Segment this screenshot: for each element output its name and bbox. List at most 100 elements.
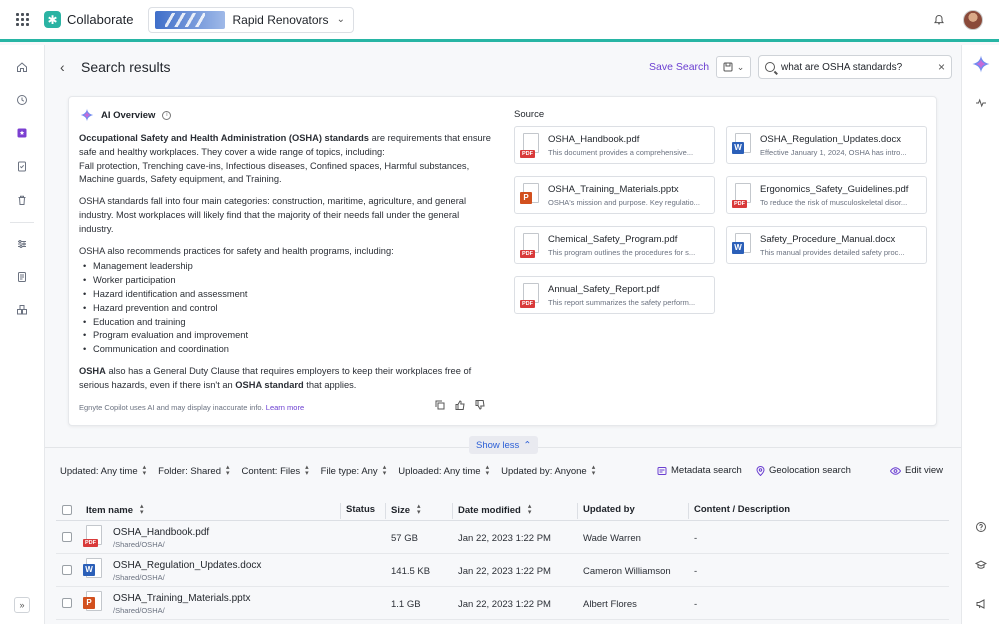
top-bar: ✱ Collaborate Rapid Renovators ⌄ <box>0 0 999 42</box>
pdf-file-icon: PDF <box>520 233 541 258</box>
file-name[interactable]: OSHA_Training_Materials.pptx <box>113 593 250 604</box>
table-row[interactable]: P OSHA_Training_Materials.pptx /Shared/O… <box>56 587 949 620</box>
column-item-name[interactable]: Item name ▴ ▾ <box>86 503 144 516</box>
clear-search-icon[interactable]: × <box>938 60 945 74</box>
pdf-file-icon: PDF <box>732 183 753 208</box>
chevron-down-icon: ⌄ <box>336 14 345 25</box>
reports-icon[interactable] <box>16 271 28 283</box>
file-size: 1.1 GB <box>391 599 421 610</box>
list-item: Hazard prevention and control <box>81 302 491 316</box>
bell-icon[interactable] <box>933 14 945 26</box>
copy-icon[interactable] <box>435 400 445 410</box>
ai-paragraph-4: OSHA also has a General Duty Clause that… <box>79 365 472 390</box>
learn-more-link[interactable]: Learn more <box>266 403 304 412</box>
list-item: Management leadership <box>81 260 491 274</box>
app-launcher-button[interactable] <box>0 0 44 41</box>
saved-views-dropdown[interactable]: ⌄ <box>716 56 751 78</box>
description: - <box>694 533 698 544</box>
sort-icon: ▴ ▾ <box>485 464 490 477</box>
activity-pulse-icon[interactable] <box>975 97 987 109</box>
thumbs-up-icon[interactable] <box>455 400 465 410</box>
column-description[interactable]: Content / Description <box>694 504 790 515</box>
description: - <box>694 599 698 610</box>
workspace-switcher[interactable]: Rapid Renovators ⌄ <box>147 6 354 33</box>
date-modified: Jan 22, 2023 1:22 PM <box>458 533 551 544</box>
thumbs-down-icon[interactable] <box>475 400 485 410</box>
show-less-button[interactable]: Show less ⌃ <box>469 436 539 454</box>
source-card[interactable]: W OSHA_Regulation_Updates.docx Effective… <box>726 126 927 164</box>
help-icon[interactable] <box>975 521 987 533</box>
filter-updated[interactable]: Updated: Any time ▴ ▾ <box>60 464 146 477</box>
recent-clock-icon[interactable] <box>16 94 28 106</box>
announcements-megaphone-icon[interactable] <box>975 598 987 610</box>
file-name[interactable]: OSHA_Handbook.pdf <box>113 527 209 538</box>
column-divider <box>688 503 689 519</box>
description: - <box>694 566 698 577</box>
source-card[interactable]: PDF Ergonomics_Safety_Guidelines.pdf To … <box>726 176 927 214</box>
source-card[interactable]: PDF OSHA_Handbook.pdf This document prov… <box>514 126 715 164</box>
file-path: /Shared/OSHA/ <box>113 606 165 615</box>
apps-integrations-icon[interactable] <box>16 304 28 316</box>
learning-cap-icon[interactable] <box>975 559 987 571</box>
chevron-down-icon: ⌄ <box>736 61 745 72</box>
ai-overview-card: AI Overview i Occupational Safety and He… <box>68 96 937 426</box>
source-card[interactable]: PDF Chemical_Safety_Program.pdf This pro… <box>514 226 715 264</box>
filter-file-type[interactable]: File type: Any ▴ ▾ <box>321 464 387 477</box>
column-status[interactable]: Status <box>346 504 375 515</box>
filter-updated-by[interactable]: Updated by: Anyone ▴ ▾ <box>501 464 595 477</box>
column-divider <box>577 503 578 519</box>
column-divider <box>452 503 453 519</box>
table-row[interactable]: PDF OSHA_Handbook.pdf /Shared/OSHA/ 57 G… <box>56 521 949 554</box>
expand-sidebar-button[interactable]: » <box>14 597 30 613</box>
tasks-clipboard-icon[interactable] <box>16 160 28 172</box>
app-logo[interactable]: ✱ Collaborate <box>44 11 134 28</box>
grid-icon <box>15 13 29 26</box>
file-path: /Shared/OSHA/ <box>113 573 165 582</box>
search-icon <box>765 62 775 72</box>
filters-sliders-icon[interactable] <box>16 238 28 250</box>
file-size: 57 GB <box>391 533 418 544</box>
filter-folder[interactable]: Folder: Shared ▴ ▾ <box>158 464 230 477</box>
user-avatar[interactable] <box>963 9 983 30</box>
metadata-icon <box>657 466 667 475</box>
row-checkbox[interactable] <box>62 598 72 608</box>
copilot-sparkle-icon[interactable] <box>971 54 991 74</box>
row-checkbox[interactable] <box>62 532 72 542</box>
save-search-link[interactable]: Save Search <box>649 61 709 73</box>
main-content: ‹ Search results Save Search ⌄ × AI Over… <box>45 45 961 624</box>
row-checkbox[interactable] <box>62 565 72 575</box>
column-size[interactable]: Size ▴ ▾ <box>391 503 421 516</box>
column-updated-by[interactable]: Updated by <box>583 504 635 515</box>
date-modified: Jan 22, 2023 1:22 PM <box>458 599 551 610</box>
source-card[interactable]: PDF Annual_Safety_Report.pdf This report… <box>514 276 715 314</box>
sort-icon: ▴ ▾ <box>226 464 230 477</box>
column-date-modified[interactable]: Date modified ▴ ▾ <box>458 503 531 516</box>
app-name: Collaborate <box>67 12 134 27</box>
updated-by: Cameron Williamson <box>583 566 671 577</box>
metadata-search-button[interactable]: Metadata search <box>657 465 742 476</box>
filter-content[interactable]: Content: Files ▴ ▾ <box>242 464 309 477</box>
file-path: /Shared/OSHA/ <box>113 540 165 549</box>
filter-uploaded[interactable]: Uploaded: Any time ▴ ▾ <box>398 464 490 477</box>
trash-icon[interactable] <box>16 194 28 206</box>
starred-folder-icon[interactable] <box>16 127 28 139</box>
right-rail <box>961 45 999 624</box>
left-nav-rail: » <box>0 45 45 624</box>
edit-view-button[interactable]: Edit view <box>890 465 943 476</box>
search-input[interactable] <box>781 61 921 73</box>
file-name[interactable]: OSHA_Regulation_Updates.docx <box>113 560 261 571</box>
source-card[interactable]: P OSHA_Training_Materials.pptx OSHA's mi… <box>514 176 715 214</box>
table-row[interactable]: W OSHA_Regulation_Updates.docx /Shared/O… <box>56 554 949 587</box>
info-icon[interactable]: i <box>162 110 172 120</box>
home-icon[interactable] <box>16 61 28 73</box>
back-arrow-icon[interactable]: ‹ <box>60 59 70 75</box>
geolocation-search-button[interactable]: Geolocation search <box>756 465 851 476</box>
ai-bullet-list: Management leadership Worker participati… <box>81 260 491 357</box>
table-header: Item name ▴ ▾ Status Size ▴ ▾ Date modified ▴… <box>56 499 949 521</box>
source-card[interactable]: W Safety_Procedure_Manual.docx This manu… <box>726 226 927 264</box>
select-all-checkbox[interactable] <box>62 505 72 515</box>
collaborate-logo-icon: ✱ <box>44 11 61 28</box>
ai-feedback-actions <box>435 400 485 410</box>
search-box[interactable]: × <box>758 55 952 79</box>
powerpoint-file-icon: P <box>83 591 105 613</box>
